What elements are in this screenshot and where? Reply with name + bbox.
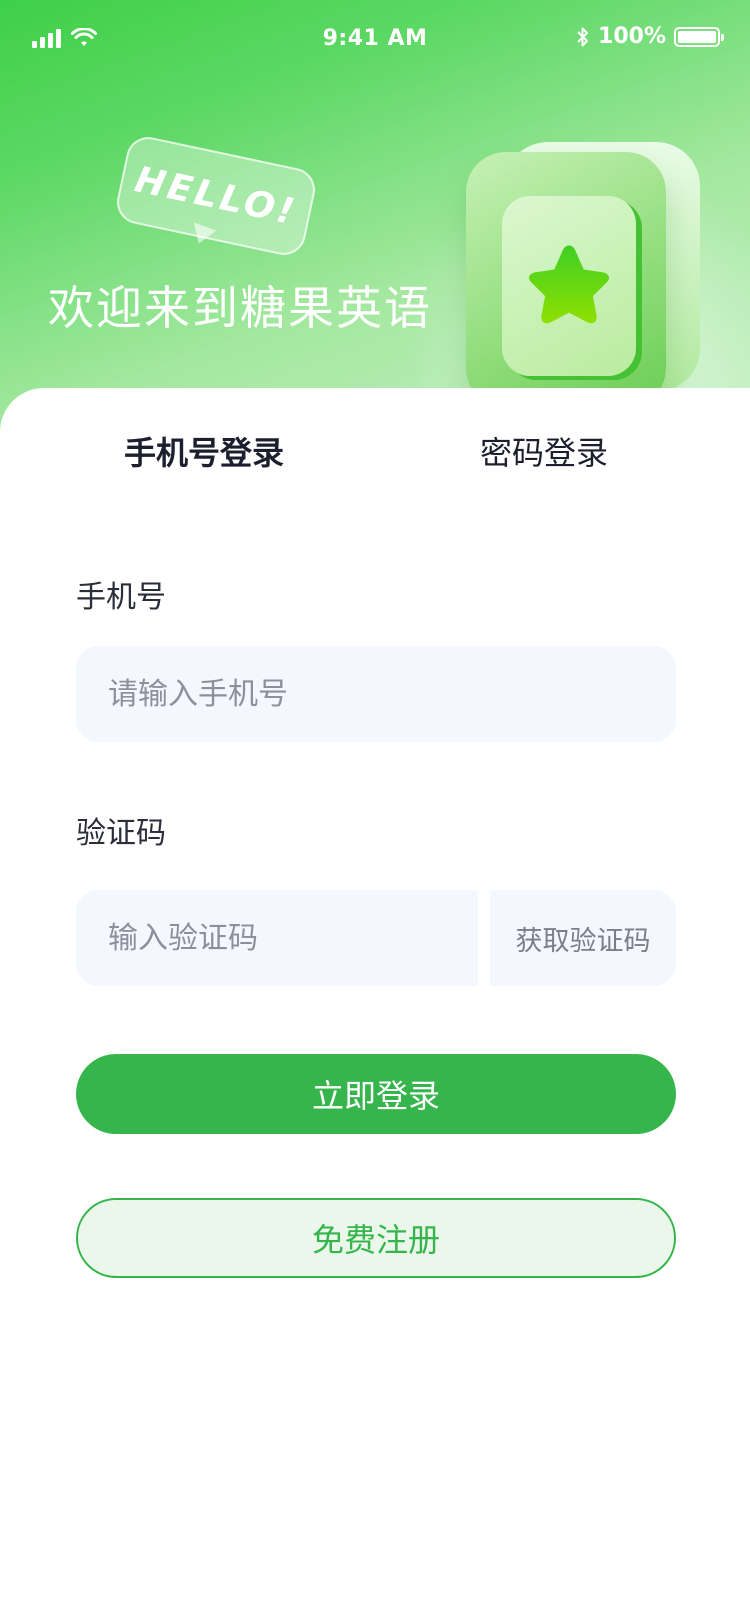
battery-percent: 100%	[598, 24, 666, 49]
code-input[interactable]	[76, 890, 478, 986]
welcome-title: 欢迎来到糖果英语	[48, 281, 432, 335]
bluetooth-icon	[577, 27, 589, 46]
star-block-illustration	[466, 138, 706, 408]
star-icon	[528, 245, 610, 324]
tab-phone-login[interactable]: 手机号登录	[124, 428, 284, 474]
status-bar: 9:41 AM 100%	[0, 0, 750, 82]
battery-icon	[674, 26, 724, 47]
get-code-button[interactable]: 获取验证码	[490, 890, 676, 986]
register-button[interactable]: 免费注册	[76, 1198, 676, 1278]
phone-label: 手机号	[76, 580, 166, 615]
status-right: 100%	[576, 24, 724, 49]
tab-curve	[300, 388, 424, 502]
code-label: 验证码	[76, 816, 166, 851]
phone-input[interactable]	[76, 646, 676, 742]
tab-password-login[interactable]: 密码登录	[480, 428, 608, 474]
login-button[interactable]: 立即登录	[76, 1054, 676, 1134]
